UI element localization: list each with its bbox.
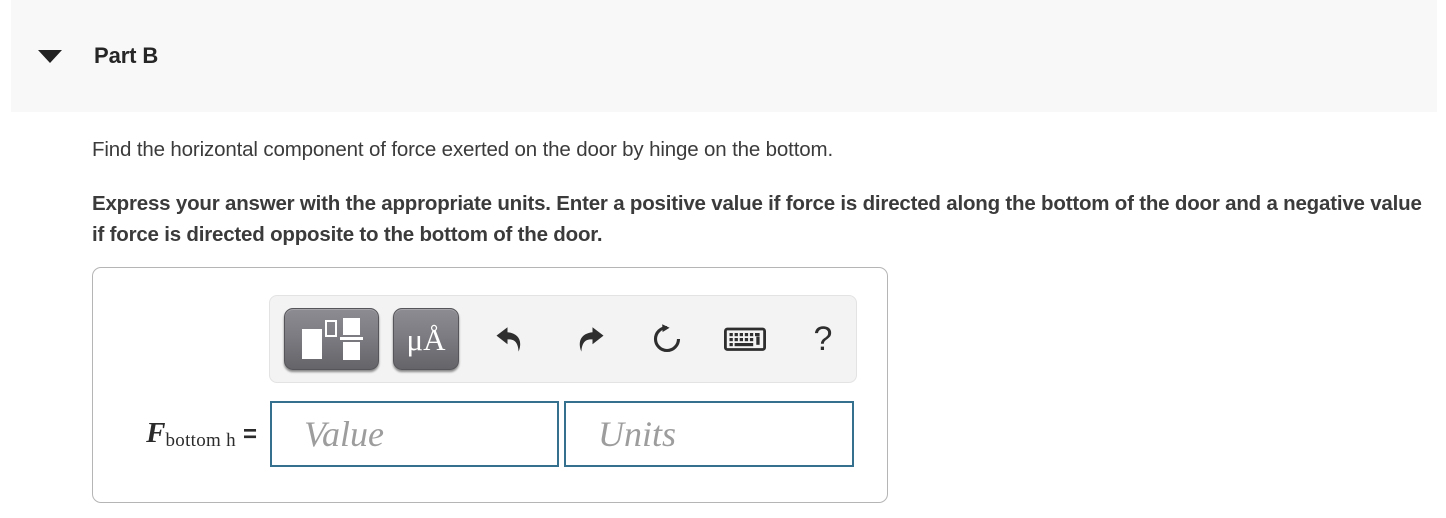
part-collapse-toggle[interactable] — [28, 49, 72, 63]
answer-input-row: Fbottom h = — [93, 401, 889, 467]
math-toolbar: μÅ ? — [269, 295, 857, 383]
undo-button[interactable] — [481, 309, 541, 369]
caret-down-icon — [38, 49, 62, 63]
question-prompt: Find the horizontal component of force e… — [92, 138, 833, 161]
variable-label: Fbottom h = — [93, 417, 270, 452]
equals-sign: = — [242, 420, 257, 448]
help-icon: ? — [813, 319, 833, 358]
question-body: Find the horizontal component of force e… — [92, 112, 1438, 250]
value-input[interactable] — [270, 401, 559, 467]
redo-icon — [579, 327, 604, 352]
units-angstrom-glyph: Å — [423, 321, 446, 357]
units-input[interactable] — [564, 401, 854, 467]
units-icon: μÅ — [406, 324, 445, 355]
reset-button[interactable] — [637, 309, 697, 369]
undo-icon — [496, 327, 521, 352]
reset-icon — [653, 324, 681, 353]
question-instruction: Express your answer with the appropriate… — [92, 192, 1422, 246]
variable-symbol: F — [146, 416, 166, 449]
units-button[interactable]: μÅ — [393, 308, 459, 370]
redo-button[interactable] — [559, 309, 619, 369]
variable-subscript: bottom h — [165, 429, 236, 451]
part-title: Part B — [94, 43, 159, 68]
keyboard-button[interactable] — [715, 309, 775, 369]
help-button[interactable]: ? — [793, 309, 853, 369]
answer-panel: μÅ ? Fbottom h = Value Units — [92, 267, 888, 503]
math-template-icon — [301, 318, 363, 360]
keyboard-icon — [724, 327, 766, 351]
units-mu-glyph: μ — [406, 321, 424, 357]
math-template-button[interactable] — [284, 308, 379, 370]
part-header: Part B — [11, 0, 1437, 112]
